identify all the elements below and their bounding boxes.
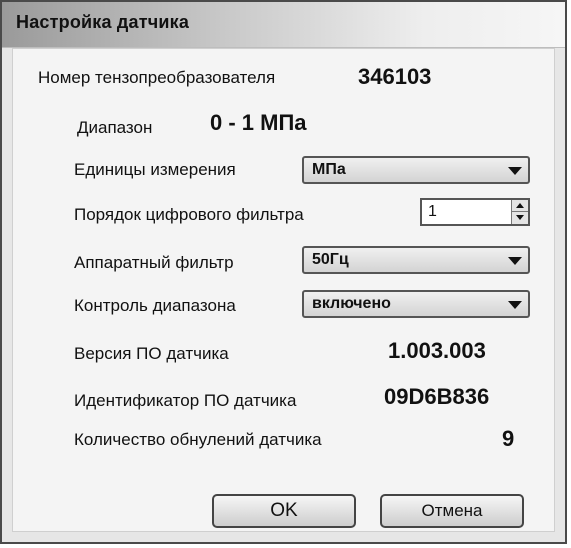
stepper-buttons xyxy=(511,200,528,224)
hw-filter-select[interactable]: 50Гц xyxy=(302,246,530,274)
cancel-button[interactable]: Отмена xyxy=(380,494,524,528)
chevron-down-icon xyxy=(508,167,522,175)
range-control-label: Контроль диапазона xyxy=(74,296,236,315)
units-label: Единицы измерения xyxy=(74,160,236,179)
range-control-selected-value: включено xyxy=(312,295,391,312)
zeroing-count-value: 9 xyxy=(502,426,515,451)
range-value: 0 - 1 МПа xyxy=(210,110,307,135)
stepper-down-icon[interactable] xyxy=(512,212,528,224)
converter-number-value: 346103 xyxy=(358,64,432,89)
filter-order-label: Порядок цифрового фильтра xyxy=(74,205,304,224)
units-selected-value: МПа xyxy=(312,161,346,178)
ok-button[interactable]: OK xyxy=(212,494,356,528)
title-bar[interactable]: Настройка датчика xyxy=(2,2,565,48)
fw-version-value: 1.003.003 xyxy=(388,338,486,363)
hw-filter-selected-value: 50Гц xyxy=(312,251,349,268)
range-label: Диапазон xyxy=(77,118,153,137)
zeroing-count-label: Количество обнулений датчика xyxy=(74,430,322,449)
fw-id-label: Идентификатор ПО датчика xyxy=(74,391,297,410)
units-select[interactable]: МПа xyxy=(302,156,530,184)
range-control-select[interactable]: включено xyxy=(302,290,530,318)
chevron-down-icon xyxy=(508,301,522,309)
fw-id-value: 09D6B836 xyxy=(384,384,490,409)
sensor-settings-dialog: Настройка датчика Номер тензопреобразова… xyxy=(0,0,567,544)
converter-number-label: Номер тензопреобразователя xyxy=(38,68,276,87)
filter-order-value: 1 xyxy=(428,203,437,220)
filter-order-stepper[interactable]: 1 xyxy=(420,198,530,226)
stepper-up-icon[interactable] xyxy=(512,200,528,212)
dialog-title: Настройка датчика xyxy=(16,12,190,32)
chevron-down-icon xyxy=(508,257,522,265)
fw-version-label: Версия ПО датчика xyxy=(74,344,229,363)
hw-filter-label: Аппаратный фильтр xyxy=(74,253,234,272)
